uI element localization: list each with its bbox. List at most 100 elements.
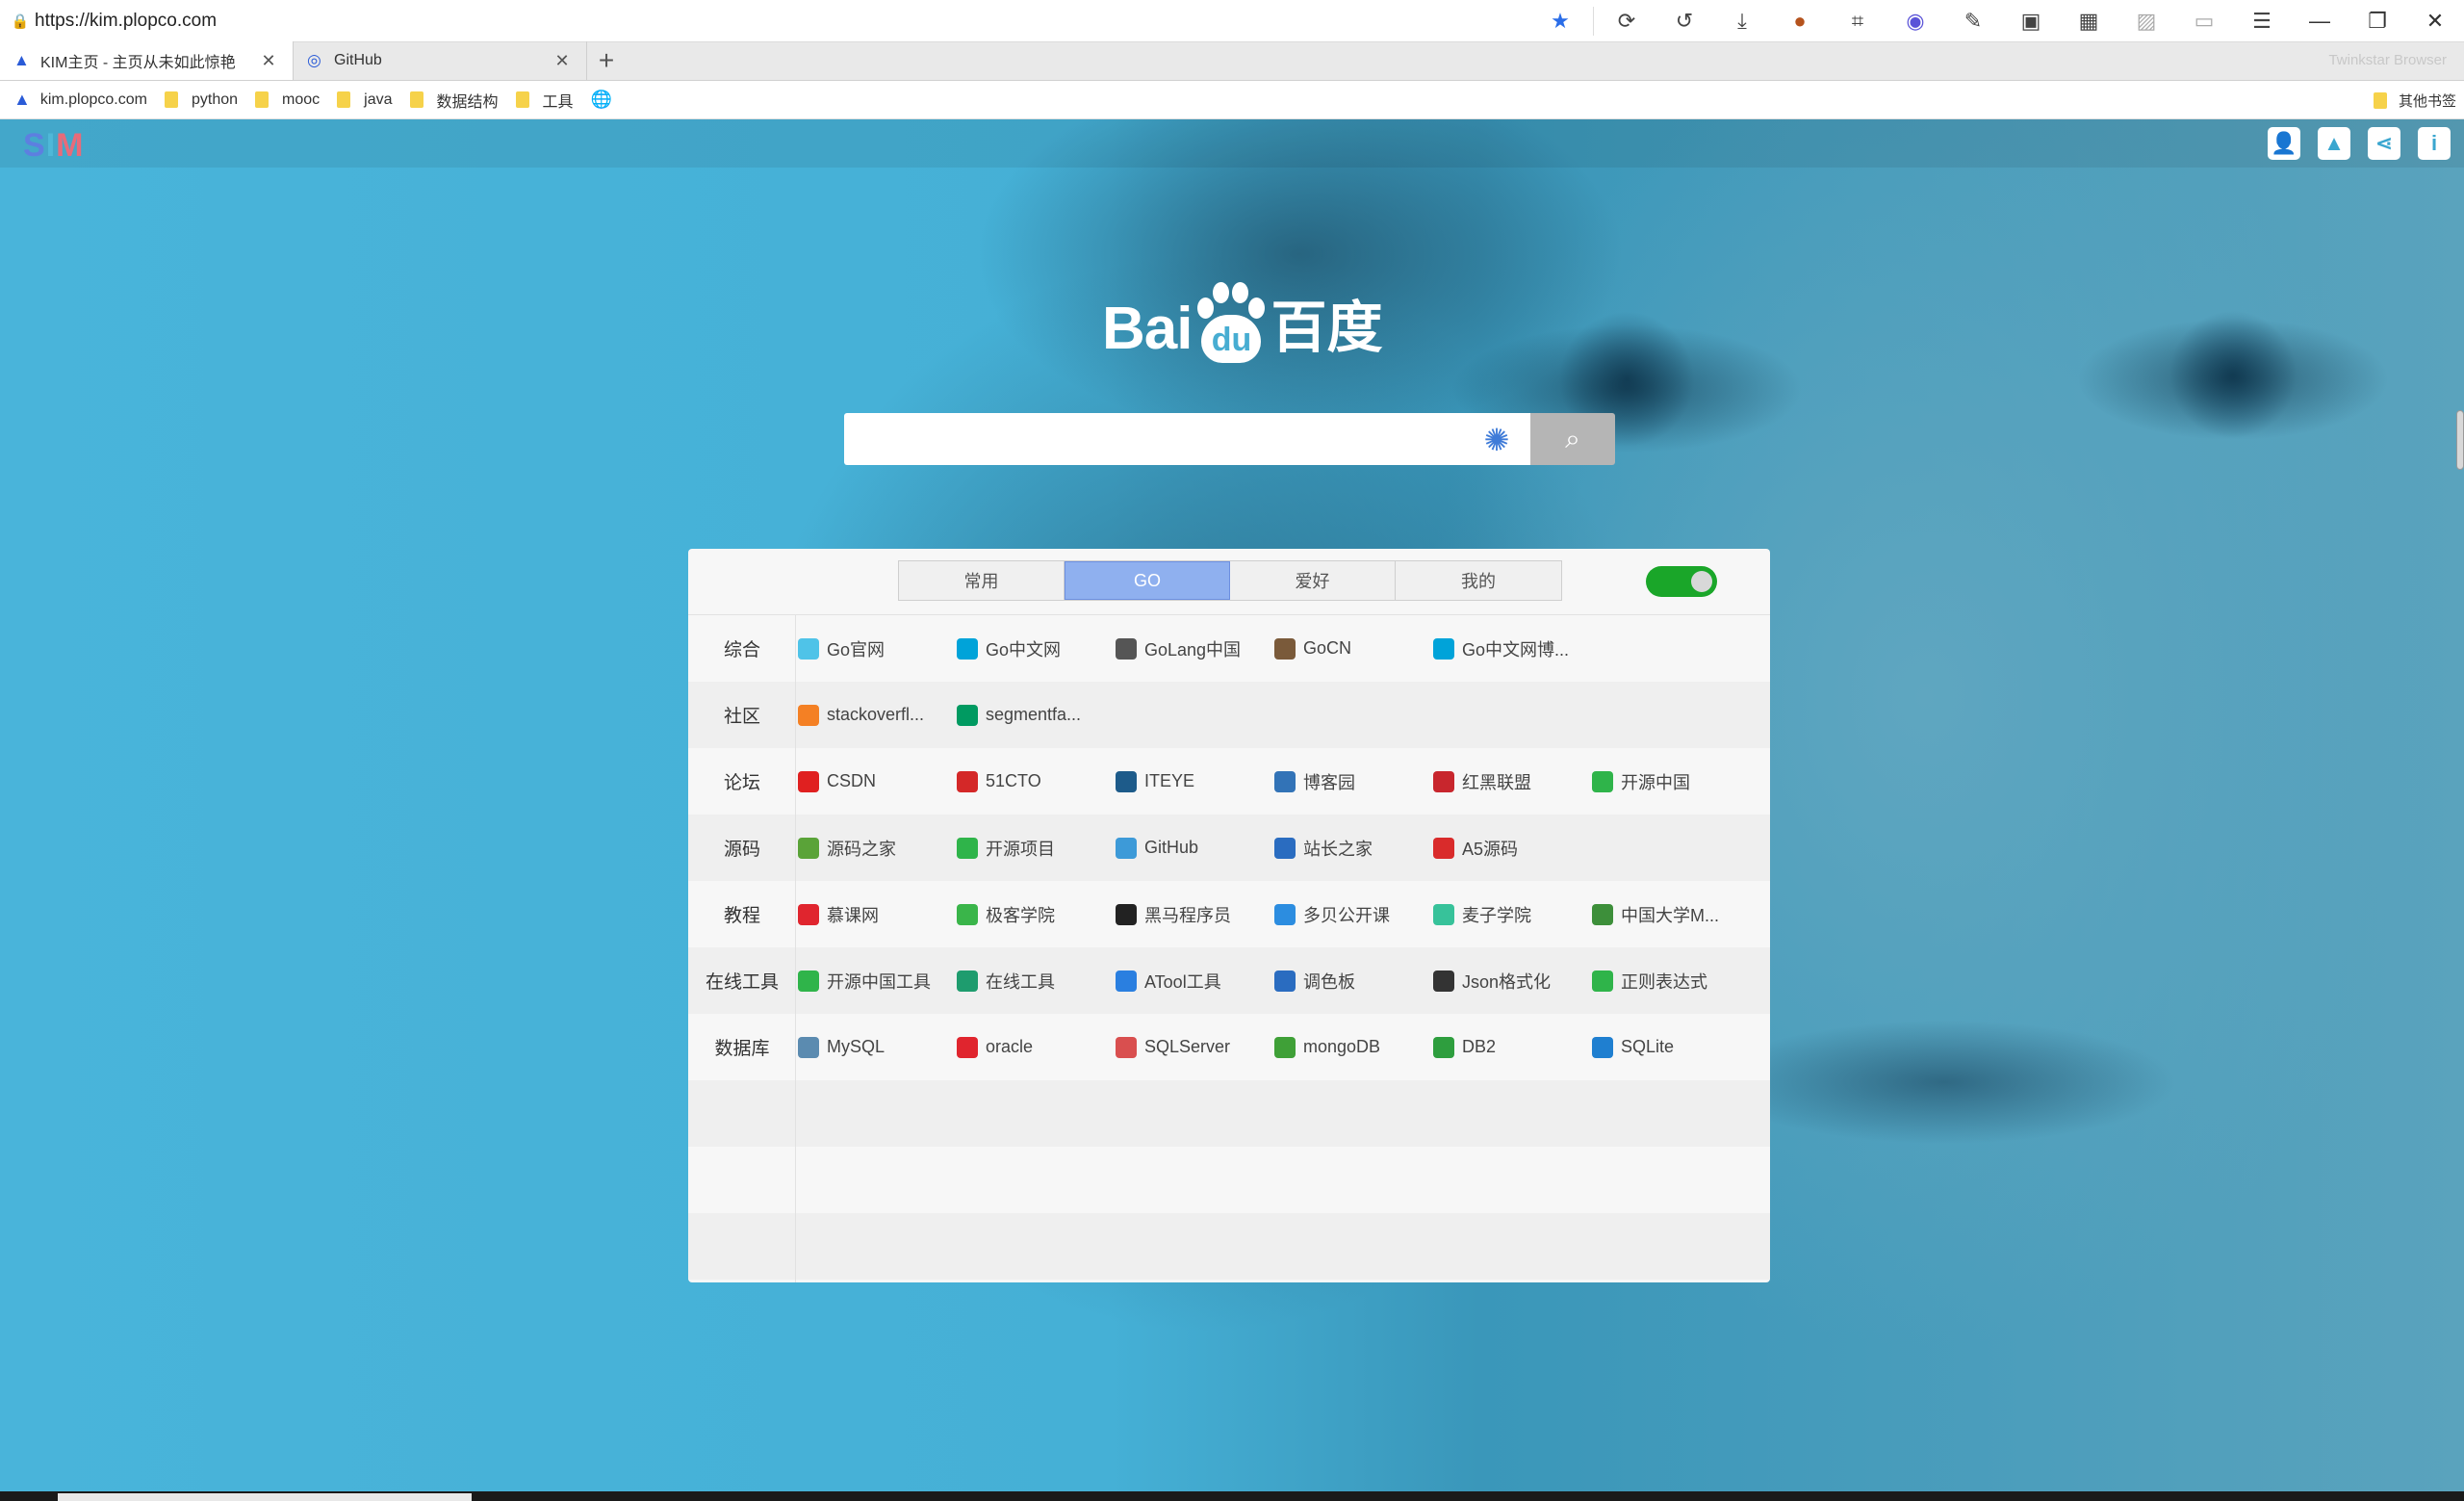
chart-icon[interactable]: ✎ — [1944, 0, 2002, 42]
nav-link[interactable]: 调色板 — [1272, 969, 1431, 994]
bookmark-label: kim.plopco.com — [39, 91, 147, 108]
crop-icon[interactable]: ⌗ — [1829, 0, 1886, 42]
nav-link[interactable]: SQLite — [1590, 1036, 1749, 1058]
nav-link[interactable]: ITEYE — [1114, 770, 1272, 792]
nav-link[interactable]: MySQL — [796, 1036, 955, 1058]
nav-link[interactable]: 极客学院 — [955, 902, 1114, 927]
nav-link-label: DB2 — [1462, 1037, 1497, 1056]
nav-link[interactable]: 慕课网 — [796, 902, 955, 927]
extension-shield-icon[interactable]: ◉ — [1886, 0, 1944, 42]
bookmark-folder-java[interactable]: java — [337, 91, 393, 109]
new-tab-button[interactable]: + — [587, 41, 626, 80]
restore-icon[interactable]: ❐ — [2348, 0, 2406, 42]
screenshot-icon[interactable]: ▣ — [2002, 0, 2060, 42]
close-window-icon[interactable]: ✕ — [2406, 0, 2464, 42]
tab-mine[interactable]: 我的 — [1396, 561, 1561, 600]
tab-kim[interactable]: ▲ KIM主页 - 主页从未如此惊艳 ✕ — [0, 41, 294, 80]
nav-link-label: 源码之家 — [827, 839, 896, 859]
site-logo[interactable]: SIM — [23, 127, 84, 165]
bookmark-kim[interactable]: ▲ kim.plopco.com — [13, 90, 147, 110]
nav-link[interactable]: SQLServer — [1114, 1036, 1272, 1058]
nav-link[interactable]: 开源中国 — [1590, 769, 1749, 794]
nav-link[interactable]: 红黑联盟 — [1431, 769, 1590, 794]
nav-link[interactable]: ATool工具 — [1114, 969, 1272, 994]
tab-close-icon[interactable]: ✕ — [552, 51, 573, 71]
url-field[interactable]: https://kim.plopco.com — [35, 11, 1531, 32]
bookmark-folder-python[interactable]: python — [164, 91, 238, 109]
nav-link[interactable]: 源码之家 — [796, 836, 955, 861]
bookmark-other[interactable]: 其他书签 — [2373, 81, 2456, 119]
cast-icon[interactable]: ▭ — [2175, 0, 2233, 42]
nav-link[interactable]: mongoDB — [1272, 1036, 1431, 1058]
nav-link-label: GoLang中国 — [1144, 639, 1242, 660]
search-button[interactable]: ⌕ — [1530, 413, 1615, 465]
info-icon[interactable]: i — [2418, 127, 2451, 160]
nav-link[interactable]: Go中文网博... — [1431, 636, 1590, 661]
github-icon — [1116, 837, 1137, 859]
user-icon[interactable]: 👤 — [2268, 127, 2300, 160]
nav-link-label: 开源中国工具 — [827, 971, 931, 992]
nav-link[interactable]: GitHub — [1114, 837, 1272, 859]
nav-link[interactable]: 51CTO — [955, 770, 1114, 792]
extension-cookie-icon[interactable]: ● — [1771, 0, 1829, 42]
nav-link[interactable]: A5源码 — [1431, 836, 1590, 861]
minimize-icon[interactable]: — — [2291, 0, 2348, 42]
tab-hobby[interactable]: 爱好 — [1230, 561, 1396, 600]
nav-link[interactable]: stackoverfl... — [796, 704, 955, 726]
nav-link[interactable]: GoLang中国 — [1114, 636, 1272, 661]
nav-link-label: SQLServer — [1144, 1037, 1231, 1056]
bookmark-label: 数据结构 — [436, 93, 499, 111]
nav-link[interactable]: Go官网 — [796, 636, 955, 661]
nav-link[interactable]: 正则表达式 — [1590, 969, 1749, 994]
share-icon[interactable]: ⋖ — [2368, 127, 2400, 160]
menu-icon[interactable]: ☰ — [2233, 0, 2291, 42]
nav-link[interactable]: 多贝公开课 — [1272, 902, 1431, 927]
qrcode-icon[interactable]: ▦ — [2060, 0, 2118, 42]
bookmark-folder-tools[interactable]: 工具 — [515, 89, 574, 112]
nav-link[interactable]: 麦子学院 — [1431, 902, 1590, 927]
baidu-logo[interactable]: Bai du 百度 — [1102, 276, 1383, 363]
tab-go[interactable]: GO — [1065, 561, 1230, 600]
undo-icon[interactable]: ↺ — [1656, 0, 1713, 42]
tab-close-icon[interactable]: ✕ — [258, 51, 279, 71]
nav-link[interactable]: 中国大学M... — [1590, 902, 1749, 927]
tab-github[interactable]: ◎ GitHub ✕ — [294, 41, 587, 80]
nav-link-label: 51CTO — [986, 771, 1041, 790]
nav-link[interactable]: 站长之家 — [1272, 836, 1431, 861]
search-engine-icon[interactable]: ✺ — [1481, 425, 1512, 455]
nav-link[interactable]: segmentfa... — [955, 704, 1114, 726]
bookmark-folder-mooc[interactable]: mooc — [255, 91, 320, 109]
bookmark-star-icon[interactable]: ★ — [1531, 0, 1589, 42]
bookmark-folder-data-structures[interactable]: 数据结构 — [409, 89, 499, 112]
nav-link[interactable]: 博客园 — [1272, 769, 1431, 794]
nav-link[interactable]: 开源中国工具 — [796, 969, 955, 994]
db2-icon — [1433, 1036, 1454, 1058]
nav-link[interactable]: Go中文网 — [955, 636, 1114, 661]
image-icon[interactable]: ▨ — [2118, 0, 2175, 42]
link-list: CSDN 51CTO ITEYE 博客园 红黑联盟 开源中国 — [796, 769, 1749, 794]
nav-link[interactable]: Json格式化 — [1431, 969, 1590, 994]
taskbar-item[interactable] — [58, 1493, 472, 1501]
globe-icon[interactable]: 🌐 — [591, 90, 612, 110]
segmentfault-icon — [957, 704, 978, 726]
page-background: SIM 👤 ▲ ⋖ i Bai du 百度 ✺ ⌕ 常用 GO 爱好 我的 综合… — [0, 119, 2464, 1491]
nav-link[interactable]: GoCN — [1272, 637, 1431, 660]
nav-link[interactable]: oracle — [955, 1036, 1114, 1058]
download-icon[interactable]: ⤓ — [1713, 0, 1771, 42]
nav-link[interactable]: 在线工具 — [955, 969, 1114, 994]
tab-common[interactable]: 常用 — [899, 561, 1065, 600]
gocn-icon — [1274, 637, 1296, 660]
go-text-icon — [957, 637, 978, 660]
tab-strip: ▲ KIM主页 - 主页从未如此惊艳 ✕ ◎ GitHub ✕ + Twinks… — [0, 41, 2464, 81]
refresh-icon[interactable]: ⟳ — [1598, 0, 1656, 42]
nav-link[interactable]: DB2 — [1431, 1036, 1590, 1058]
wallpaper-icon[interactable]: ▲ — [2318, 127, 2350, 160]
nav-link[interactable]: 黑马程序员 — [1114, 902, 1272, 927]
search-input[interactable] — [844, 413, 1460, 465]
edit-toggle[interactable] — [1646, 566, 1717, 597]
sqlite-icon — [1592, 1036, 1613, 1058]
nav-link[interactable]: 开源项目 — [955, 836, 1114, 861]
nav-link[interactable]: CSDN — [796, 770, 955, 792]
nav-link-label: 正则表达式 — [1621, 971, 1707, 992]
scrollbar-thumb[interactable] — [2456, 410, 2464, 470]
